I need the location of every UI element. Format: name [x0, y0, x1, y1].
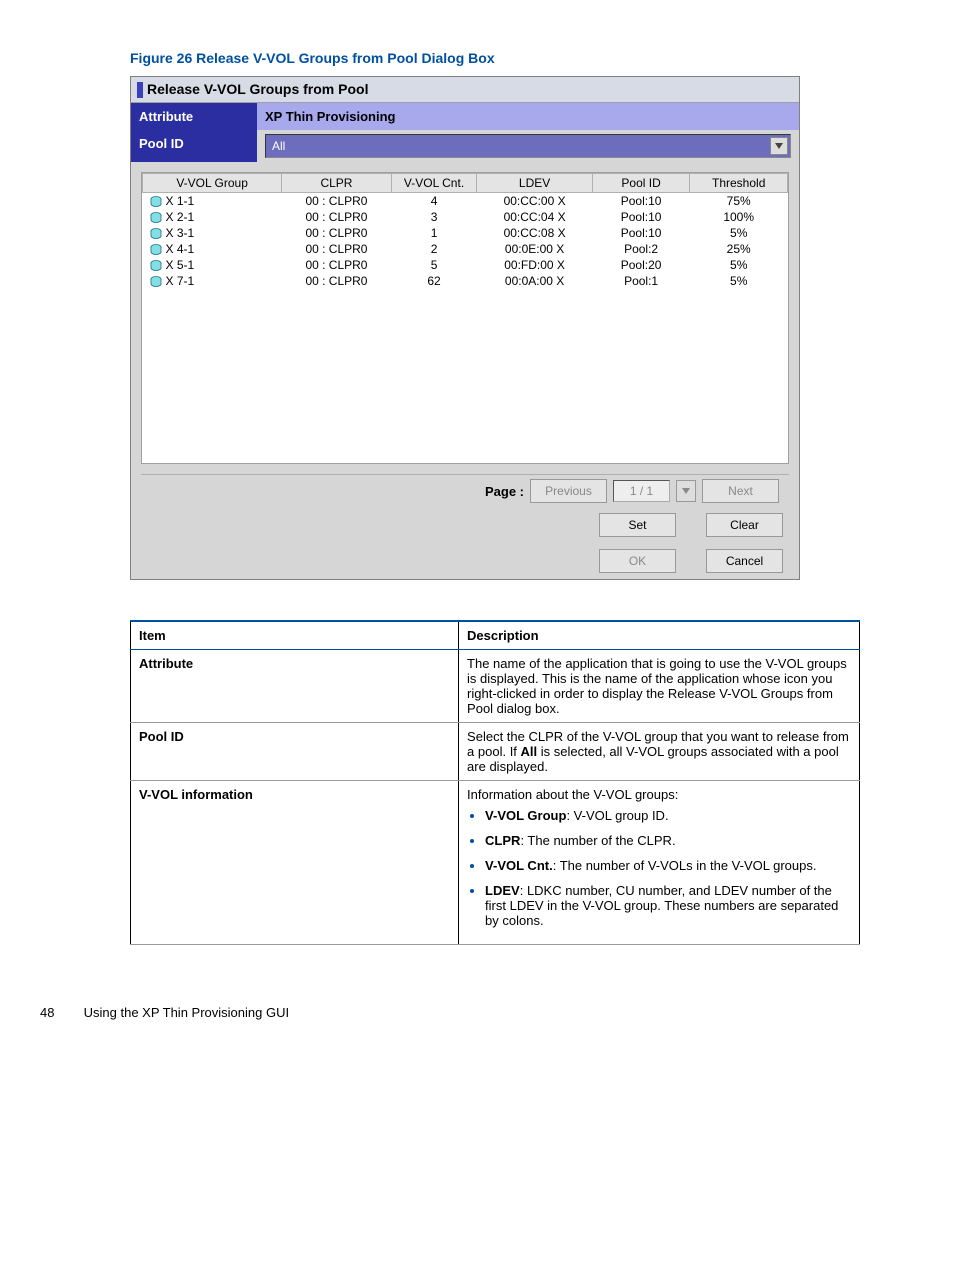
desc-text: Select the CLPR of the V-VOL group that … [459, 723, 860, 781]
pager-label: Page : [485, 484, 524, 499]
description-table: Item Description AttributeThe name of th… [130, 620, 860, 945]
col-threshold[interactable]: Threshold [690, 174, 788, 193]
ok-button[interactable]: OK [599, 549, 676, 573]
desc-row: Pool IDSelect the CLPR of the V-VOL grou… [131, 723, 860, 781]
page-dropdown[interactable] [676, 480, 696, 502]
pager: Page : Previous 1 / 1 Next [141, 474, 789, 507]
poolid-label: Pool ID [131, 130, 257, 162]
vvol-table: V-VOL Group CLPR V-VOL Cnt. LDEV Pool ID… [142, 173, 788, 289]
table-row[interactable]: X 3-100 : CLPR0100:CC:08 XPool:105% [143, 225, 788, 241]
col-vvolgroup[interactable]: V-VOL Group [143, 174, 282, 193]
table-row[interactable]: X 5-100 : CLPR0500:FD:00 XPool:205% [143, 257, 788, 273]
attribute-row: Attribute XP Thin Provisioning [131, 103, 799, 130]
clear-button[interactable]: Clear [706, 513, 783, 537]
footer-text: Using the XP Thin Provisioning GUI [84, 1005, 289, 1020]
volume-icon [149, 196, 163, 208]
cancel-button[interactable]: Cancel [706, 549, 783, 573]
volume-icon [149, 244, 163, 256]
previous-button[interactable]: Previous [530, 479, 607, 503]
vvol-table-container: V-VOL Group CLPR V-VOL Cnt. LDEV Pool ID… [141, 172, 789, 464]
poolid-value: All [272, 139, 285, 153]
desc-item: Attribute [131, 650, 459, 723]
desc-item: V-VOL information [131, 781, 459, 945]
attribute-value: XP Thin Provisioning [257, 103, 799, 130]
page-indicator: 1 / 1 [613, 480, 670, 502]
table-row[interactable]: X 7-100 : CLPR06200:0A:00 XPool:15% [143, 273, 788, 289]
poolid-select[interactable]: All [265, 134, 791, 158]
desc-head-item: Item [131, 621, 459, 650]
desc-item: Pool ID [131, 723, 459, 781]
table-row[interactable]: X 2-100 : CLPR0300:CC:04 XPool:10100% [143, 209, 788, 225]
figure-title: Figure 26 Release V-VOL Groups from Pool… [130, 50, 914, 66]
footer-page-number: 48 [40, 1005, 80, 1020]
volume-icon [149, 276, 163, 288]
release-vvol-dialog: Release V-VOL Groups from Pool Attribute… [130, 76, 800, 580]
poolid-row: Pool ID All [131, 130, 799, 162]
table-row[interactable]: X 4-100 : CLPR0200:0E:00 XPool:225% [143, 241, 788, 257]
desc-row: V-VOL informationInformation about the V… [131, 781, 860, 945]
set-button[interactable]: Set [599, 513, 676, 537]
chevron-down-icon[interactable] [770, 137, 788, 155]
col-ldev[interactable]: LDEV [477, 174, 592, 193]
col-clpr[interactable]: CLPR [282, 174, 391, 193]
col-vvolcnt[interactable]: V-VOL Cnt. [391, 174, 477, 193]
attribute-label: Attribute [131, 103, 257, 130]
button-row-1: Set Clear [131, 507, 799, 543]
table-row[interactable]: X 1-100 : CLPR0400:CC:00 XPool:1075% [143, 193, 788, 210]
desc-row: AttributeThe name of the application tha… [131, 650, 860, 723]
button-row-2: OK Cancel [131, 543, 799, 579]
volume-icon [149, 228, 163, 240]
next-button[interactable]: Next [702, 479, 779, 503]
page-footer: 48 Using the XP Thin Provisioning GUI [40, 1005, 914, 1020]
desc-text: The name of the application that is goin… [459, 650, 860, 723]
volume-icon [149, 212, 163, 224]
volume-icon [149, 260, 163, 272]
dialog-title: Release V-VOL Groups from Pool [131, 77, 799, 103]
col-poolid[interactable]: Pool ID [592, 174, 690, 193]
desc-head-desc: Description [459, 621, 860, 650]
desc-text: Information about the V-VOL groups:V-VOL… [459, 781, 860, 945]
